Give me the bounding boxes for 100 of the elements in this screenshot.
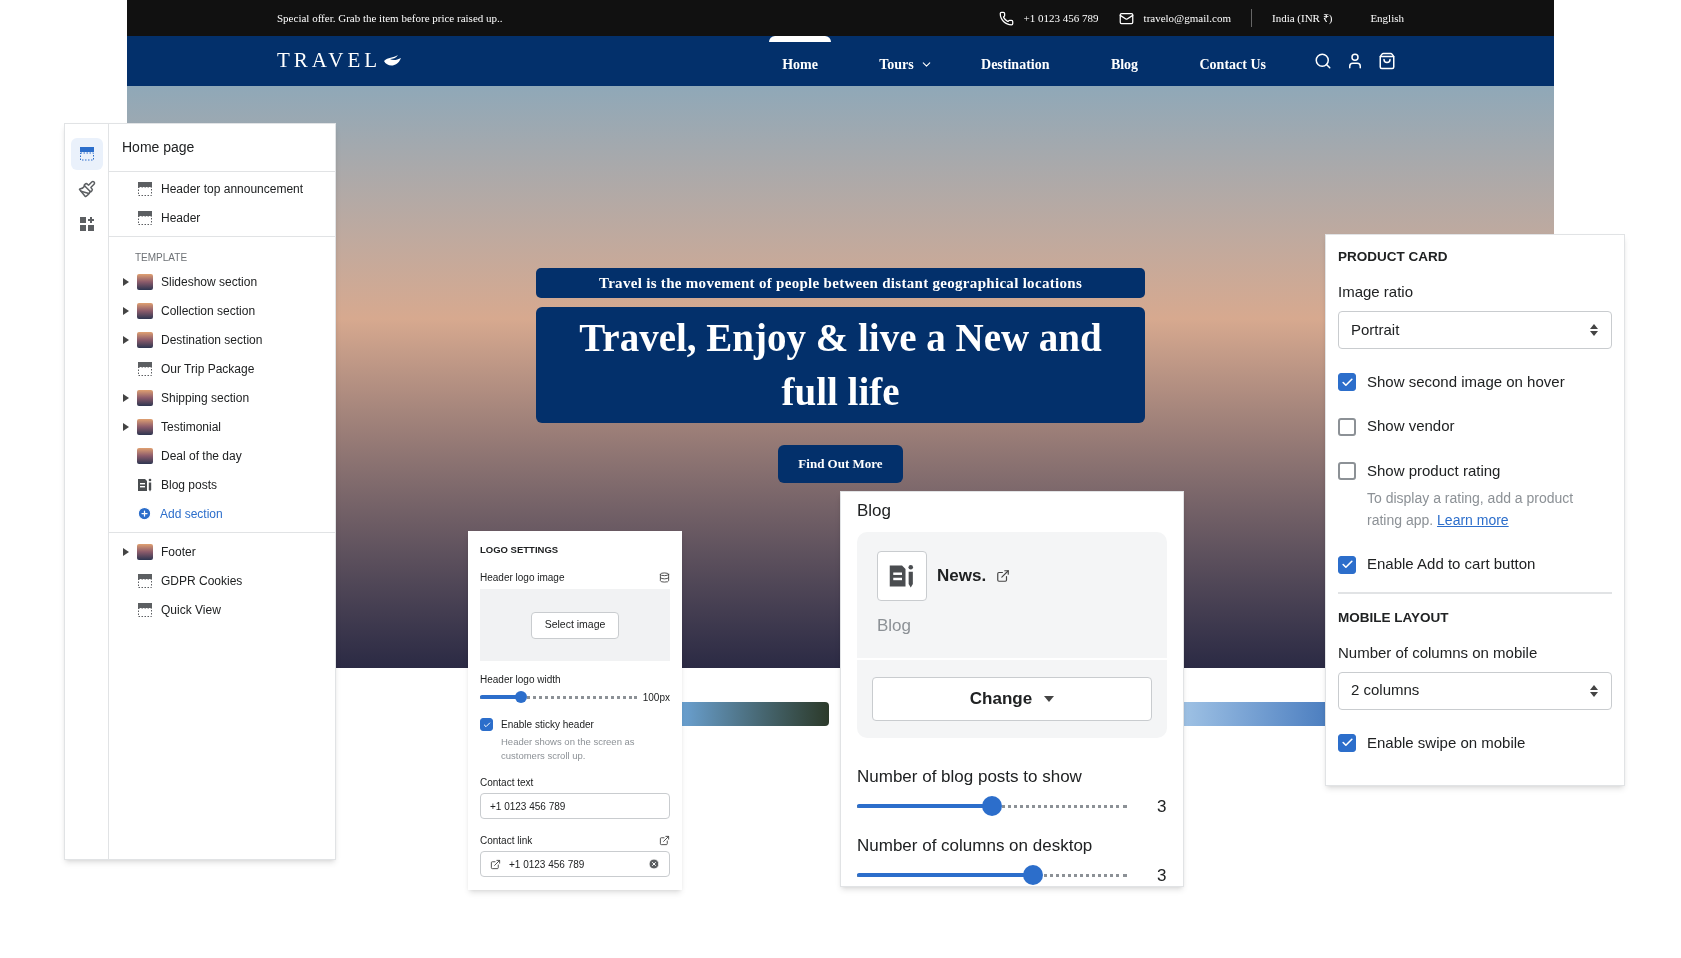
section-layout-icon	[137, 360, 153, 377]
expand-caret-icon[interactable]	[123, 277, 129, 286]
change-button[interactable]: Change	[872, 677, 1152, 721]
contact-link-input[interactable]: +1 0123 456 789	[480, 851, 670, 878]
section-layout-icon	[137, 180, 153, 197]
slider-label: Number of blog posts to show	[857, 766, 1083, 788]
slider-value: 100px	[642, 690, 670, 705]
section-item[interactable]: Destination section	[161, 330, 263, 349]
cart-icon[interactable]	[1378, 52, 1396, 70]
clear-icon[interactable]	[648, 858, 660, 871]
field-label: Blog	[857, 500, 893, 522]
expand-caret-icon[interactable]	[123, 335, 129, 344]
template-heading: TEMPLATE	[135, 250, 188, 265]
section-thumbnail	[137, 331, 153, 348]
checkbox[interactable]	[1338, 462, 1356, 480]
section-thumbnail	[137, 447, 153, 464]
section-item[interactable]: Collection section	[161, 301, 256, 320]
slider-value: 3	[1157, 795, 1167, 818]
select-field[interactable]: Portrait	[1338, 310, 1612, 349]
hero-subtitle: Travel is the movement of people between distant geographical locations	[536, 268, 1145, 298]
section-thumbnail	[137, 302, 153, 319]
contact-text-input[interactable]: +1 0123 456 789	[480, 793, 670, 820]
expand-caret-icon[interactable]	[123, 422, 129, 431]
section-item[interactable]: Header top announcement	[161, 179, 304, 198]
phone-number: +1 0123 456 789	[1023, 10, 1099, 26]
checkbox[interactable]	[480, 718, 493, 732]
blog-name[interactable]: News.	[937, 562, 987, 589]
panel-heading: LOGO SETTINGS	[480, 543, 560, 557]
nav-link[interactable]: Home	[769, 36, 832, 86]
select-arrows-icon	[1589, 322, 1599, 337]
currency-selector[interactable]: India (INR ₹)	[1272, 9, 1333, 27]
field-label: Header logo width	[480, 673, 562, 688]
slider-label: Number of columns on desktop	[857, 835, 1094, 857]
nav-link[interactable]: Contact Us	[1199, 36, 1266, 86]
external-link-icon[interactable]	[659, 835, 670, 847]
check-icon	[1340, 375, 1354, 389]
section-item[interactable]: GDPR Cookies	[161, 571, 243, 590]
checkbox[interactable]	[1338, 733, 1356, 752]
checkbox[interactable]	[1338, 555, 1356, 574]
section-item[interactable]: Slideshow section	[161, 272, 258, 291]
field-label: Contact link	[480, 834, 533, 849]
language-selector[interactable]: English	[1370, 9, 1404, 27]
slider-track[interactable]	[857, 867, 1127, 884]
section-thumbnail	[137, 543, 153, 560]
section-item[interactable]: Header	[161, 208, 201, 227]
help-text: Header shows on the screen as customers scroll up.	[500, 735, 636, 764]
section-item[interactable]: Footer	[161, 542, 196, 561]
email-address: travelo@gmail.com	[1143, 10, 1231, 26]
slider-value: 3	[1157, 864, 1167, 887]
find-out-more-button[interactable]: Find Out More	[778, 445, 903, 483]
learn-more-link[interactable]: Learn more	[1437, 512, 1509, 529]
help-text: To display a rating, add a product rating app. Learn more	[1366, 489, 1575, 531]
checkbox-label: Show second image on hover	[1367, 371, 1565, 392]
field-label: Image ratio	[1338, 282, 1415, 303]
checkbox-label: Show vendor	[1367, 416, 1455, 437]
add-icon	[137, 506, 152, 521]
section-item[interactable]: Testimonial	[161, 417, 222, 436]
nav-link[interactable]: Blog	[1093, 36, 1156, 86]
section-item[interactable]: Blog posts	[161, 475, 218, 494]
section-item[interactable]: Shipping section	[161, 388, 250, 407]
slider-track[interactable]	[857, 798, 1127, 815]
nav-link[interactable]: Destination	[981, 36, 1050, 86]
slider-thumb[interactable]	[514, 691, 527, 704]
sections-icon[interactable]	[70, 138, 103, 170]
expand-caret-icon[interactable]	[123, 547, 129, 556]
select-field[interactable]: 2 columns	[1338, 671, 1612, 710]
select-arrows-icon	[1589, 683, 1599, 698]
add-section-link[interactable]: Add section	[160, 504, 223, 523]
section-thumbnail	[137, 273, 153, 290]
slider-thumb[interactable]	[982, 796, 1002, 817]
hero-title: Travel, Enjoy & live a New and full life	[536, 307, 1145, 423]
section-item[interactable]: Our Trip Package	[161, 359, 255, 378]
dropdown-caret-icon	[1044, 696, 1055, 702]
announcement-text: Special offer. Grab the item before price raised up..	[277, 10, 503, 26]
blog-post-icon	[137, 476, 153, 493]
stack-icon[interactable]	[659, 572, 670, 584]
select-image-button[interactable]: Select image	[531, 611, 619, 639]
section-layout-icon	[137, 601, 153, 618]
section-heading: PRODUCT CARD	[1338, 248, 1449, 266]
section-layout-icon	[137, 209, 153, 226]
section-thumbnail	[137, 389, 153, 406]
expand-caret-icon[interactable]	[123, 306, 129, 315]
check-icon	[1340, 558, 1354, 571]
sidebar-title: Home page	[122, 138, 195, 157]
section-item[interactable]: Quick View	[161, 600, 221, 619]
nav-link[interactable]: Tours	[875, 36, 938, 86]
account-icon[interactable]	[1346, 52, 1364, 70]
section-layout-icon	[137, 572, 153, 589]
blog-type: Blog	[877, 614, 913, 637]
external-link-icon[interactable]	[996, 568, 1011, 583]
site-logo[interactable]: TRAVEL	[277, 45, 382, 77]
search-icon[interactable]	[1314, 52, 1332, 70]
section-thumbnail	[137, 418, 153, 435]
checkbox[interactable]	[1338, 417, 1356, 436]
phone-icon	[998, 10, 1014, 26]
checkbox[interactable]	[1338, 373, 1356, 391]
slider-thumb[interactable]	[1022, 865, 1043, 886]
section-item[interactable]: Deal of the day	[161, 446, 242, 465]
field-label: Number of columns on mobile	[1338, 643, 1539, 663]
expand-caret-icon[interactable]	[123, 393, 129, 402]
